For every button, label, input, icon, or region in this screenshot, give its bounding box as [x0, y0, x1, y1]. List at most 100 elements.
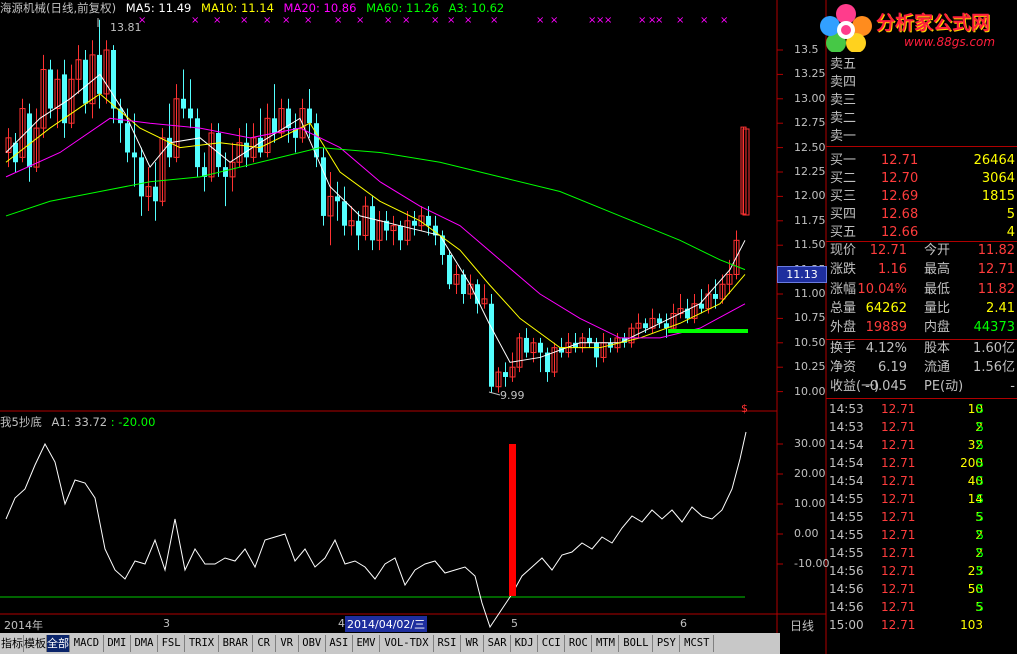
quote-row: 外盘 19889 内盘 44373 — [826, 319, 1017, 337]
tick-row: 14:56 12.71 50 S — [826, 580, 1017, 598]
order-book-row[interactable]: 卖四 — [826, 74, 1017, 92]
tick-side: S — [976, 420, 984, 434]
tick-price: 12.71 — [881, 600, 916, 614]
tab-roc[interactable]: ROC — [565, 635, 593, 652]
order-book-row[interactable]: 卖五 — [826, 56, 1017, 74]
tick-time: 14:54 — [829, 456, 864, 470]
order-book-row[interactable]: 买二 12.70 3064 — [826, 170, 1017, 188]
candle-body — [475, 284, 480, 304]
order-level-label: 买四 — [830, 206, 857, 222]
tab-模板[interactable]: 模板 — [24, 635, 47, 652]
tab-obv[interactable]: OBV — [299, 635, 326, 652]
tab-boll[interactable]: BOLL — [620, 635, 654, 652]
stat-label: 股本 — [924, 341, 951, 356]
candle-body — [272, 118, 277, 133]
order-price: 12.66 — [881, 224, 919, 240]
tick-row: 14:55 12.71 2 S — [826, 526, 1017, 544]
tab-emv[interactable]: EMV — [353, 635, 380, 652]
tab-cci[interactable]: CCI — [538, 635, 566, 652]
stat-value: 1.60亿 — [973, 341, 1015, 356]
price-axis-label: 11.50 — [794, 238, 826, 252]
quote-panel: 卖五卖四 卖三卖二 卖一买一 12.71 26464 买二 12.70 3064 买三 12.69… — [826, 0, 1017, 654]
tick-side: S — [976, 402, 984, 416]
tick-side: S — [976, 582, 984, 596]
tick-price: 12.71 — [881, 456, 916, 470]
a3-value: A3: 10.62 — [448, 1, 505, 15]
order-book-row[interactable]: 买四 12.68 5 — [826, 206, 1017, 224]
tick-row: 14:56 12.71 5 S — [826, 598, 1017, 616]
stat-label: PE(动) — [924, 379, 964, 394]
order-level-label: 卖五 — [830, 57, 857, 72]
tick-side: S — [976, 564, 984, 578]
tick-side: S — [976, 528, 984, 542]
quote-value: 44373 — [973, 320, 1015, 336]
order-level-label: 卖三 — [830, 93, 857, 109]
candle-body — [321, 157, 326, 216]
tab-vr[interactable]: VR — [276, 635, 299, 652]
tab-dma[interactable]: DMA — [131, 635, 158, 652]
order-level-label: 买五 — [830, 224, 857, 240]
current-price-badge: 11.13 — [777, 266, 827, 283]
order-book-row[interactable]: 卖二 — [826, 110, 1017, 128]
tick-row: 14:55 12.71 2 S — [826, 544, 1017, 562]
period-label[interactable]: 日线 — [790, 617, 814, 634]
order-level-label: 买三 — [830, 188, 857, 204]
candle-body — [426, 215, 431, 226]
tab-psy[interactable]: PSY — [653, 635, 681, 652]
order-book-row[interactable]: 买一 12.71 26464 — [826, 152, 1017, 170]
tab-dmi[interactable]: DMI — [104, 635, 131, 652]
tab-fsl[interactable]: FSL — [158, 635, 186, 652]
candle-body — [594, 342, 599, 358]
tick-price: 12.71 — [881, 438, 916, 452]
tab-指标[interactable]: 指标 — [1, 635, 24, 652]
order-price: 12.71 — [881, 152, 919, 168]
tab-brar[interactable]: BRAR — [219, 635, 253, 652]
quote-label: 内盘 — [924, 320, 951, 336]
signal-x-marker: × — [304, 15, 312, 26]
candle-body — [181, 98, 186, 109]
tick-time: 14:56 — [829, 582, 864, 596]
candle-body — [713, 294, 718, 299]
tick-time: 14:55 — [829, 546, 864, 560]
candle-body — [342, 201, 347, 226]
tab-vol-tdx[interactable]: VOL-TDX — [380, 635, 434, 652]
indicator-name: 我5抄底 — [0, 415, 42, 429]
order-book-row[interactable]: 买五 12.66 4 — [826, 224, 1017, 242]
order-book-row[interactable]: 卖一 — [826, 128, 1017, 146]
tab-cr[interactable]: CR — [253, 635, 276, 652]
ma60-value: MA60: 11.26 — [366, 1, 439, 15]
candle-body — [167, 137, 172, 158]
quote-value: 2.41 — [986, 300, 1015, 316]
tab-全部[interactable]: 全部 — [47, 635, 70, 652]
tab-trix[interactable]: TRIX — [185, 635, 219, 652]
tab-kdj[interactable]: KDJ — [511, 635, 539, 652]
quote-label: 涨跌 — [830, 262, 857, 278]
tab-mtm[interactable]: MTM — [592, 635, 620, 652]
main-chart-header: 海源机械(日线,前复权) MA5: 11.49 MA10: 11.14 MA20… — [0, 0, 510, 16]
buy-signal-bar — [509, 444, 516, 596]
tab-macd[interactable]: MACD — [70, 635, 104, 652]
signal-x-marker: × — [536, 15, 544, 26]
x-label-june: 6 — [680, 617, 687, 630]
signal-x-marker: × — [550, 15, 558, 26]
order-book-row[interactable]: 卖三 — [826, 92, 1017, 110]
tab-sar[interactable]: SAR — [484, 635, 512, 652]
order-book-row[interactable]: 买三 12.69 1815 — [826, 188, 1017, 206]
tab-rsi[interactable]: RSI — [434, 635, 461, 652]
price-axis-label: 12.00 — [794, 189, 826, 203]
signal-x-marker: × — [402, 15, 410, 26]
x-label-march: 3 — [163, 617, 170, 630]
tick-time: 14:56 — [829, 600, 864, 614]
candle-body — [125, 123, 130, 153]
tab-wr[interactable]: WR — [461, 635, 484, 652]
order-price: 12.69 — [881, 188, 919, 204]
order-level-label: 卖二 — [830, 111, 857, 127]
tab-asi[interactable]: ASI — [326, 635, 353, 652]
quote-label: 总量 — [830, 300, 857, 316]
signal-x-marker: × — [384, 15, 392, 26]
tab-mcst[interactable]: MCST — [680, 635, 715, 652]
indicator-axis-label: 10.00 — [794, 497, 826, 510]
stat-value: 4.12% — [865, 341, 907, 356]
candle-body — [643, 323, 648, 329]
signal-x-marker: × — [604, 15, 612, 26]
